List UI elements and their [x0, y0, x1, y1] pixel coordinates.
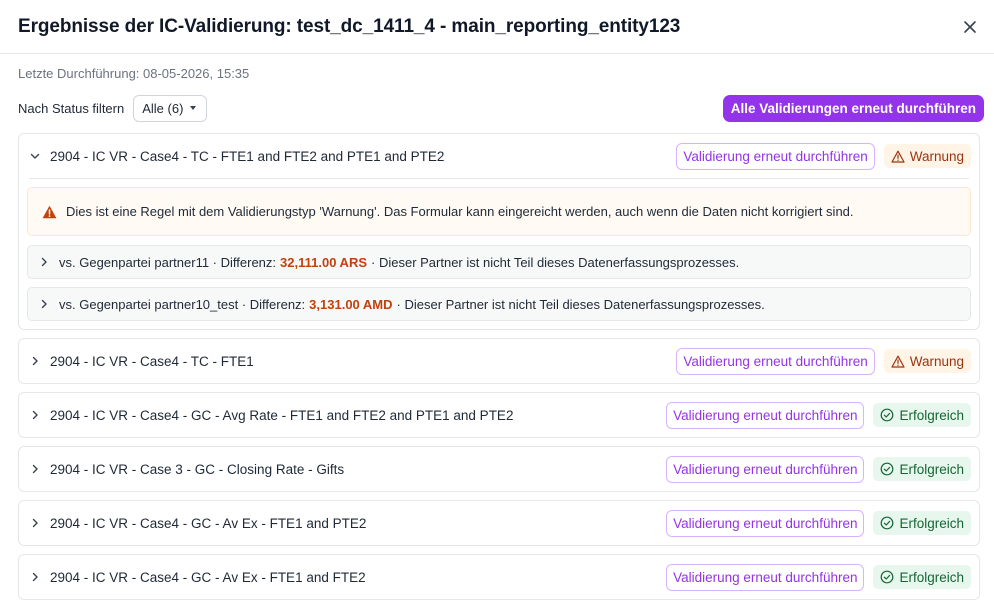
rerun-validation-button[interactable]: Validierung erneut durchführen: [676, 142, 875, 170]
warning-icon: [891, 150, 905, 163]
check-circle-icon: [881, 408, 894, 422]
check-circle-icon: [881, 462, 894, 476]
validation-card: 2904 - IC VR - Case 3 - GC - Closing Rat…: [18, 446, 980, 492]
rerun-validation-button[interactable]: Validierung erneut durchführen: [666, 563, 865, 591]
last-run-text: Letzte Durchführung: 08-05-2026, 15:35: [18, 66, 250, 81]
check-circle-icon: [881, 570, 894, 584]
status-badge-label: Erfolgreich: [899, 461, 964, 477]
chevron-right-icon[interactable]: [29, 517, 41, 529]
warning-icon: [42, 205, 57, 218]
warning-icon: [891, 355, 905, 368]
chevron-right-icon[interactable]: [38, 298, 50, 310]
status-badge: Warnung: [883, 144, 971, 168]
difference-amount: 3,131.00 AMD: [309, 296, 393, 312]
warning-message-text: Dies ist eine Regel mit dem Validierungs…: [66, 204, 854, 219]
check-circle-icon: [881, 516, 894, 530]
divider: [29, 178, 969, 179]
chevron-right-icon[interactable]: [38, 256, 50, 268]
validation-title: 2904 - IC VR - Case4 - GC - Av Ex - FTE1…: [50, 515, 367, 531]
validation-title: 2904 - IC VR - Case4 - GC - Avg Rate - F…: [50, 407, 514, 423]
status-badge-label: Warnung: [909, 353, 964, 369]
validation-title: 2904 - IC VR - Case4 - TC - FTE1 and FTE…: [50, 148, 445, 164]
rerun-validation-button[interactable]: Validierung erneut durchführen: [676, 347, 875, 375]
rerun-validation-button[interactable]: Validierung erneut durchführen: [666, 455, 865, 483]
rerun-validation-button[interactable]: Validierung erneut durchführen: [666, 509, 865, 537]
validation-title: 2904 - IC VR - Case 3 - GC - Closing Rat…: [50, 461, 345, 477]
rerun-validation-button[interactable]: Validierung erneut durchführen: [666, 401, 865, 429]
validation-card-header[interactable]: 2904 - IC VR - Case4 - TC - FTE1 and FTE…: [19, 134, 979, 178]
partner-prefix: vs. Gegenpartei partner10_test · Differe…: [59, 296, 306, 312]
status-badge-label: Erfolgreich: [899, 515, 964, 531]
validation-card-header[interactable]: 2904 - IC VR - Case4 - GC - Avg Rate - F…: [19, 393, 979, 437]
status-badge: Erfolgreich: [873, 457, 971, 481]
validation-card: 2904 - IC VR - Case4 - TC - FTE1 Validie…: [18, 338, 980, 384]
dialog-title: Ergebnisse der IC-Validierung: test_dc_1…: [18, 15, 681, 37]
validation-card-header[interactable]: 2904 - IC VR - Case4 - TC - FTE1 Validie…: [19, 339, 979, 383]
validation-title: 2904 - IC VR - Case4 - TC - FTE1: [50, 353, 254, 369]
status-badge: Erfolgreich: [873, 511, 971, 535]
status-badge: Warnung: [883, 349, 971, 373]
warning-message: Dies ist eine Regel mit dem Validierungs…: [27, 187, 971, 236]
status-badge-label: Erfolgreich: [899, 407, 964, 423]
partner-row[interactable]: vs. Gegenpartei partner11 · Differenz: 3…: [27, 245, 971, 279]
status-filter-select[interactable]: Alle (6): [133, 94, 208, 122]
rerun-all-button[interactable]: Alle Validierungen erneut durchführen: [722, 94, 984, 122]
validation-card-header[interactable]: 2904 - IC VR - Case4 - GC - Av Ex - FTE1…: [19, 501, 979, 545]
validation-card-header[interactable]: 2904 - IC VR - Case4 - GC - Av Ex - FTE1…: [19, 555, 979, 599]
status-badge-label: Warnung: [909, 148, 964, 164]
close-icon[interactable]: [960, 17, 980, 37]
chevron-down-icon: [190, 106, 197, 110]
filter-label: Nach Status filtern: [18, 100, 125, 116]
status-badge-label: Erfolgreich: [899, 569, 964, 585]
chevron-right-icon[interactable]: [29, 571, 41, 583]
chevron-down-icon[interactable]: [29, 150, 41, 162]
partner-suffix: · Dieser Partner ist nicht Teil dieses D…: [371, 254, 740, 270]
status-badge: Erfolgreich: [873, 403, 971, 427]
status-filter-value: Alle (6): [142, 100, 184, 116]
partner-suffix: · Dieser Partner ist nicht Teil dieses D…: [396, 296, 765, 312]
partner-row[interactable]: vs. Gegenpartei partner10_test · Differe…: [27, 287, 971, 321]
partner-prefix: vs. Gegenpartei partner11 · Differenz:: [59, 254, 277, 270]
status-badge: Erfolgreich: [873, 565, 971, 589]
dialog-header: Ergebnisse der IC-Validierung: test_dc_1…: [0, 0, 994, 54]
chevron-right-icon[interactable]: [29, 409, 41, 421]
validation-card: 2904 - IC VR - Case4 - GC - Avg Rate - F…: [18, 392, 980, 438]
validation-card-header[interactable]: 2904 - IC VR - Case 3 - GC - Closing Rat…: [19, 447, 979, 491]
validation-card: 2904 - IC VR - Case4 - GC - Av Ex - FTE1…: [18, 500, 980, 546]
filter-row: Nach Status filtern Alle (6) Alle Validi…: [18, 94, 984, 122]
chevron-right-icon[interactable]: [29, 355, 41, 367]
chevron-right-icon[interactable]: [29, 463, 41, 475]
validation-card: 2904 - IC VR - Case4 - TC - FTE1 and FTE…: [18, 133, 980, 330]
difference-amount: 32,111.00 ARS: [280, 254, 368, 270]
validation-card: 2904 - IC VR - Case4 - GC - Av Ex - FTE1…: [18, 554, 980, 600]
validation-title: 2904 - IC VR - Case4 - GC - Av Ex - FTE1…: [50, 569, 366, 585]
